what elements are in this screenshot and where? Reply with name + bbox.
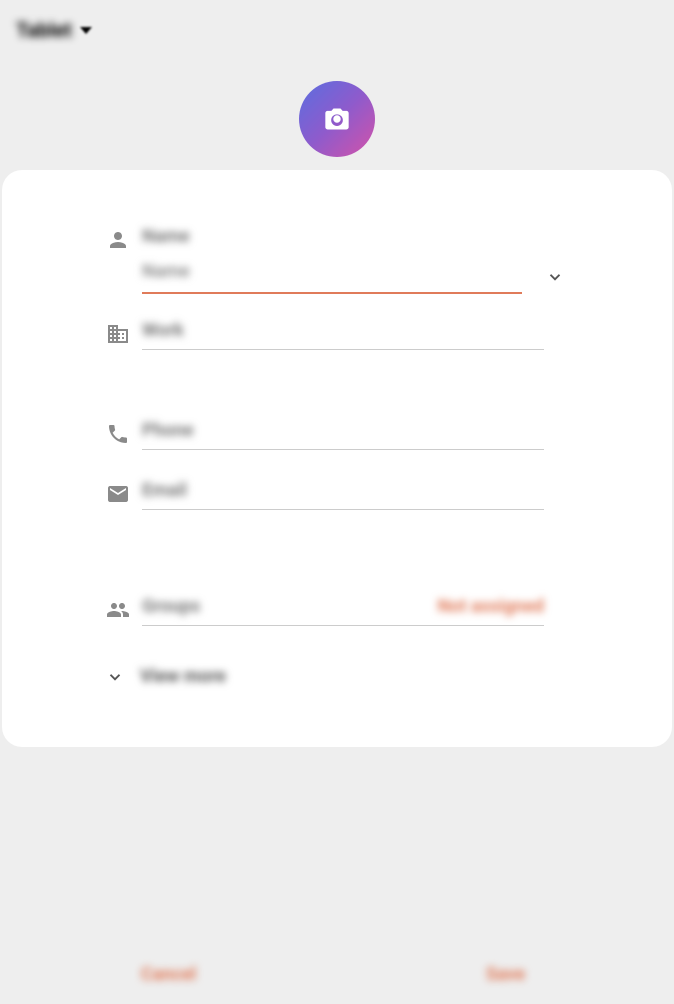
chevron-down-icon: [106, 668, 124, 686]
bottom-action-bar: Cancel Save: [0, 944, 674, 1004]
chevron-down-icon[interactable]: [546, 268, 564, 286]
name-input-wrapper: Name: [142, 259, 564, 294]
phone-label: Phone: [142, 420, 194, 441]
work-field-row: Work: [18, 320, 656, 350]
groups-value: Not assigned: [437, 596, 544, 617]
phone-field-row: Phone: [18, 420, 656, 450]
save-button[interactable]: Save: [337, 944, 674, 1004]
name-input[interactable]: Name: [142, 261, 522, 294]
email-field-row: Email: [18, 480, 656, 510]
building-icon: [106, 322, 130, 346]
view-more-toggle[interactable]: View more: [18, 666, 656, 687]
account-selector-label: Tablet: [16, 18, 72, 42]
camera-icon: [323, 105, 351, 133]
view-more-label: View more: [140, 666, 226, 687]
person-icon: [106, 228, 130, 252]
email-icon: [106, 482, 130, 506]
groups-input[interactable]: Groups Not assigned: [142, 596, 544, 626]
groups-label: Groups: [142, 596, 200, 617]
name-placeholder: Name: [142, 261, 190, 282]
header-bar[interactable]: Tablet: [0, 0, 674, 50]
name-field-row: Name Name: [18, 226, 656, 290]
phone-icon: [106, 422, 130, 446]
name-label: Name: [142, 226, 564, 247]
phone-input[interactable]: Phone: [142, 420, 544, 450]
groups-field-row: Groups Not assigned: [18, 596, 656, 626]
avatar-upload[interactable]: [299, 81, 375, 157]
work-input[interactable]: Work: [142, 320, 544, 350]
work-label: Work: [142, 320, 184, 341]
email-input[interactable]: Email: [142, 480, 544, 510]
groups-icon: [106, 598, 130, 622]
contact-card: Name Name Work Phone: [2, 170, 672, 747]
dropdown-arrow-icon: [80, 27, 92, 34]
cancel-button[interactable]: Cancel: [0, 944, 337, 1004]
email-label: Email: [142, 480, 187, 501]
